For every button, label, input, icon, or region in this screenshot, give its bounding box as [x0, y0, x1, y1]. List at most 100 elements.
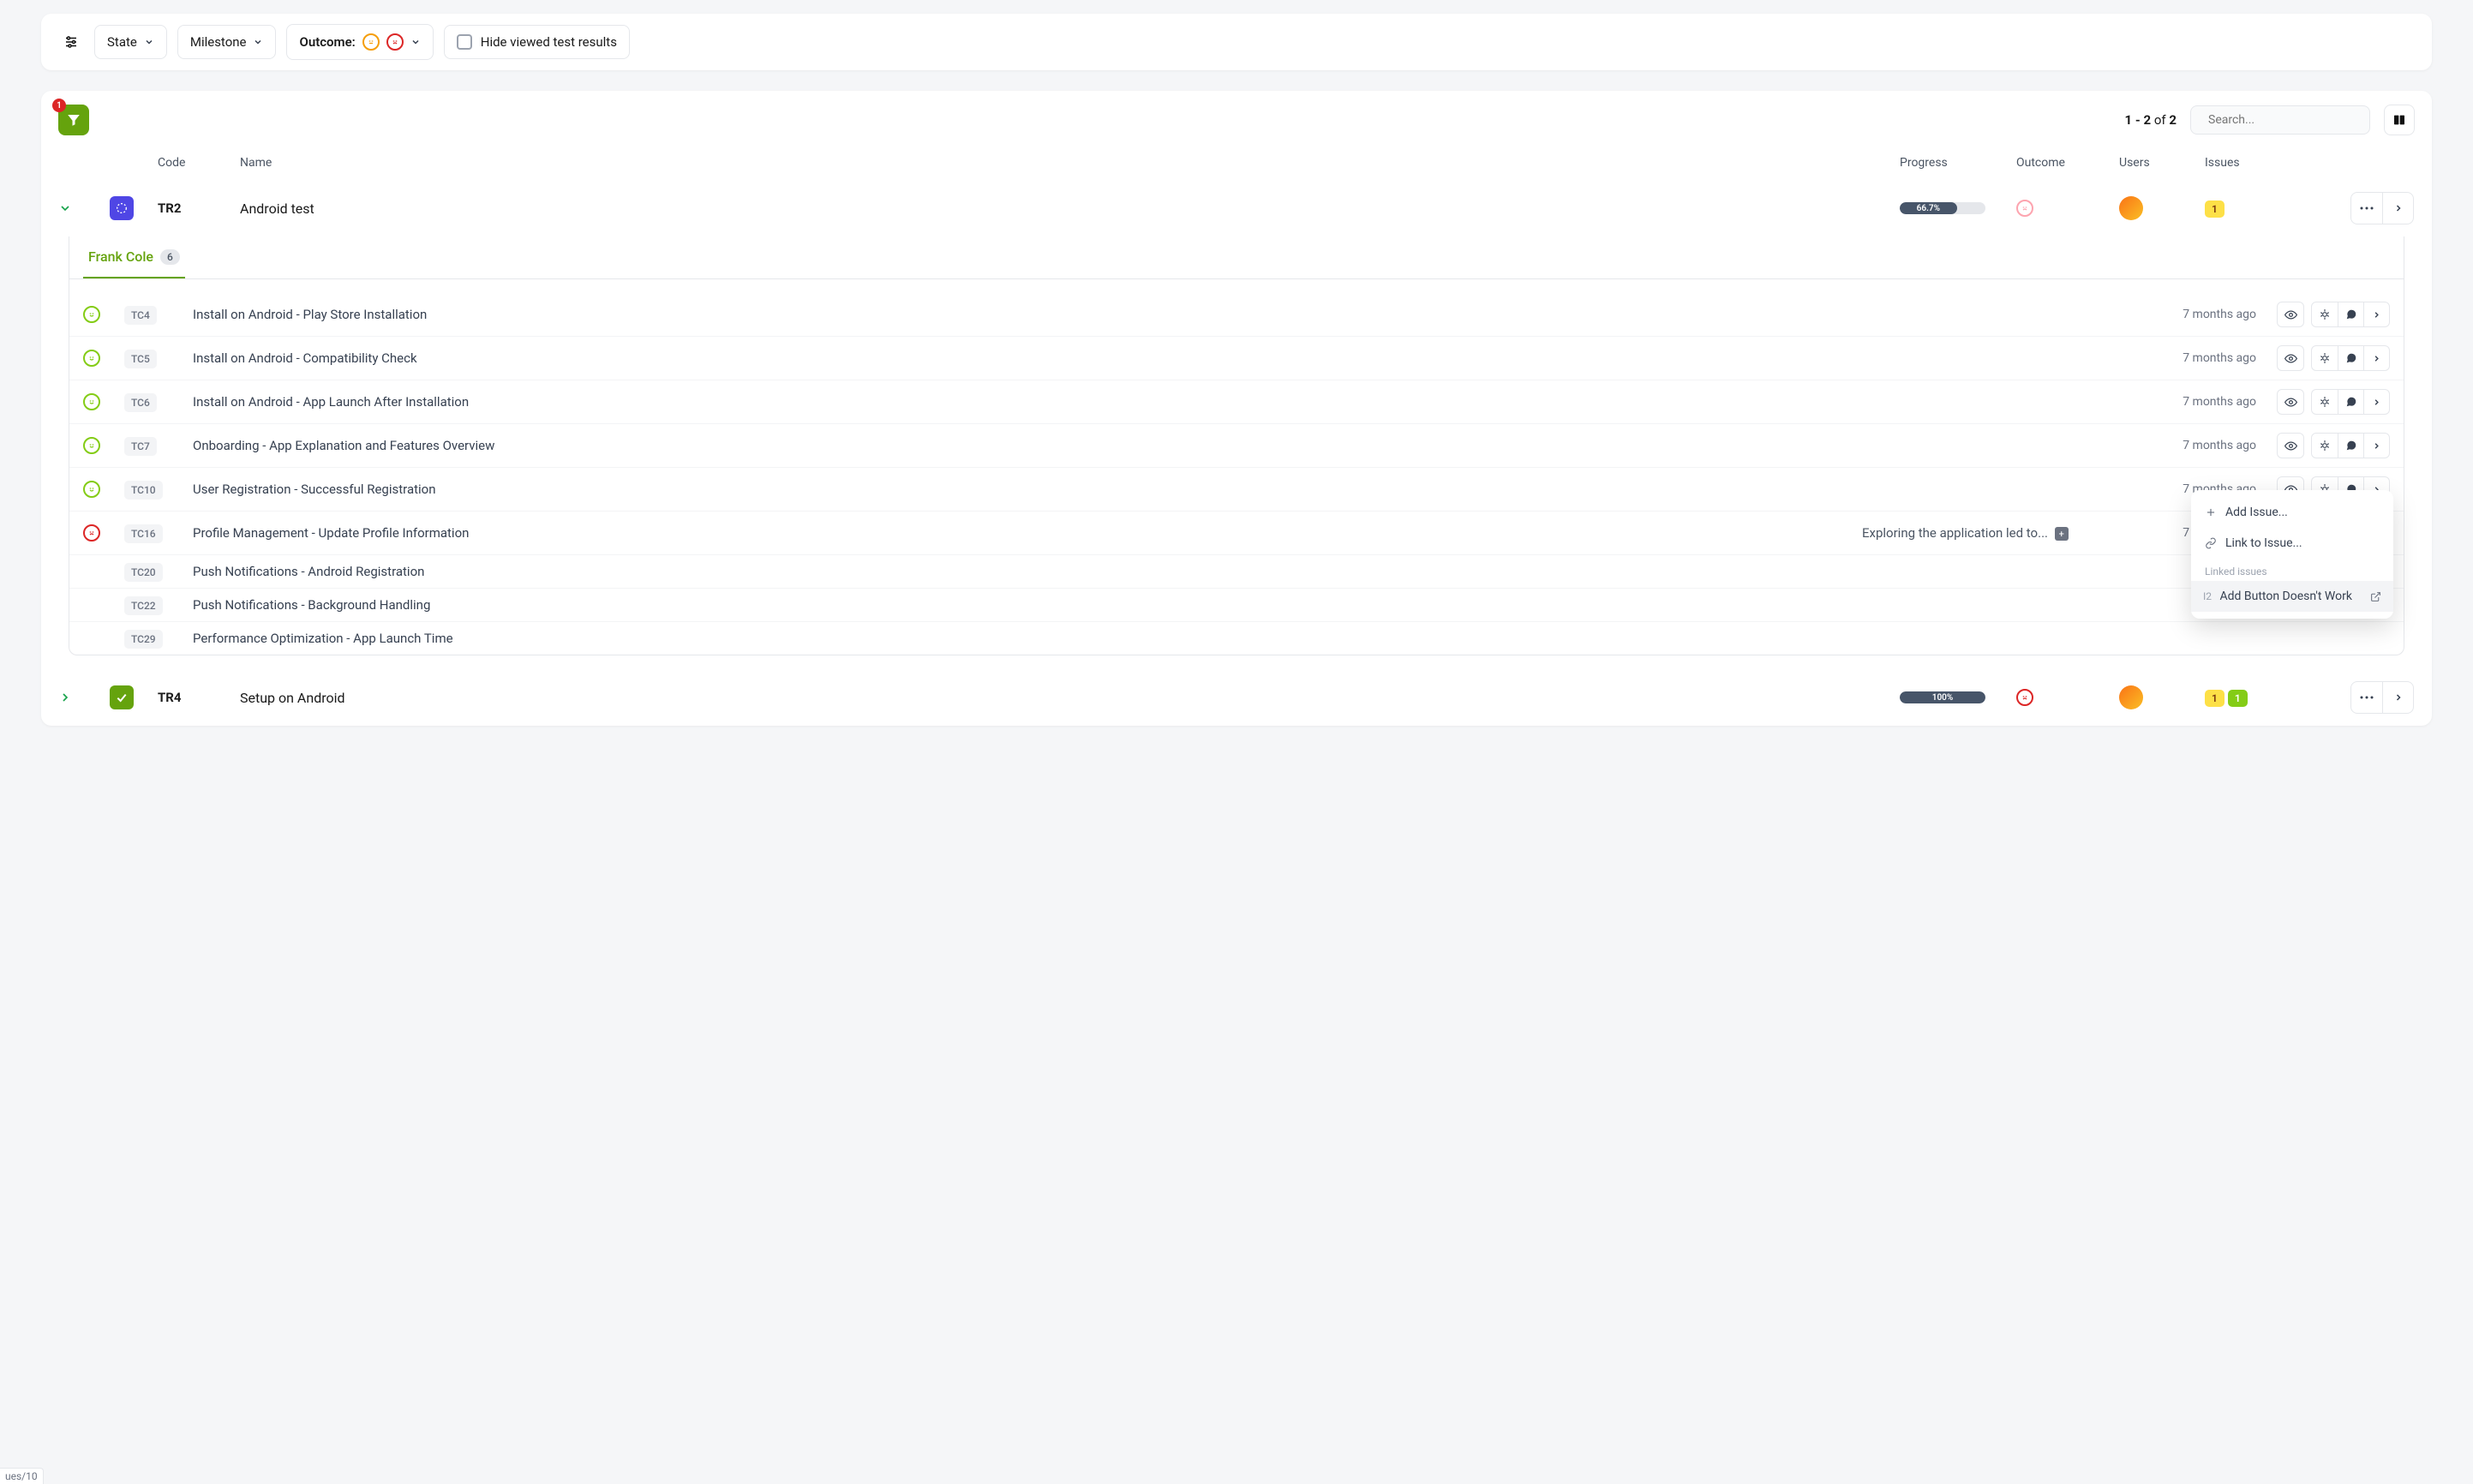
sad-face-icon [386, 33, 404, 51]
checkbox-icon [457, 34, 472, 50]
user-avatar[interactable] [2119, 196, 2143, 220]
search-input-wrap[interactable] [2190, 105, 2370, 135]
outcome-dropdown[interactable]: Outcome: [286, 24, 433, 60]
testcase-code: TC7 [124, 437, 157, 456]
issues-resolved-badge[interactable]: 1 [2228, 690, 2248, 707]
chevron-down-icon [144, 37, 154, 47]
active-filter-button[interactable]: 1 [58, 105, 89, 135]
comment-button[interactable] [2338, 390, 2363, 414]
sad-face-icon [83, 524, 100, 542]
open-run-button[interactable] [2382, 193, 2413, 224]
comment-button[interactable] [2338, 346, 2363, 370]
comment-button[interactable] [2338, 434, 2363, 458]
run-status-icon [110, 685, 134, 709]
col-users: Users [2119, 156, 2205, 170]
bug-button[interactable] [2312, 434, 2338, 458]
testcase-row[interactable]: TC20Push Notifications - Android Registr… [69, 554, 2404, 588]
chevron-right-icon [2372, 398, 2381, 407]
chevron-right-icon[interactable] [58, 691, 72, 704]
add-issue-menu-item[interactable]: Add Issue... [2191, 497, 2393, 528]
state-dropdown[interactable]: State [94, 25, 167, 59]
open-run-button[interactable] [2382, 682, 2413, 713]
bug-icon [2319, 396, 2331, 408]
chevron-down-icon[interactable] [58, 201, 72, 215]
test-run-row[interactable]: TR2 Android test 66.7% 1 [58, 180, 2415, 236]
eye-icon [2284, 440, 2297, 452]
external-link-icon [2370, 591, 2381, 602]
expand-preview-icon[interactable]: + [2055, 527, 2069, 541]
view-button[interactable] [2278, 302, 2303, 326]
bug-button[interactable] [2312, 346, 2338, 370]
testcase-name: Performance Optimization - App Launch Ti… [193, 631, 1848, 646]
tester-tab[interactable]: Frank Cole 6 [83, 236, 185, 278]
view-button[interactable] [2278, 434, 2303, 458]
test-run-details: Frank Cole 6 TC4Install on Android - Pla… [69, 236, 2404, 655]
testcase-row[interactable]: TC6Install on Android - App Launch After… [69, 380, 2404, 423]
issues-count-badge[interactable]: 1 [2205, 690, 2225, 707]
hide-viewed-label: Hide viewed test results [481, 34, 617, 50]
view-button[interactable] [2278, 390, 2303, 414]
testcase-row[interactable]: TC4Install on Android - Play Store Insta… [69, 293, 2404, 336]
testcase-row[interactable]: TC7Onboarding - App Explanation and Feat… [69, 423, 2404, 467]
run-name: Setup on Android [240, 690, 1900, 706]
linked-issue-item[interactable]: I2 Add Button Doesn't Work [2191, 581, 2393, 612]
pagination-info: 1 - 2 of 2 [2125, 112, 2177, 128]
open-testcase-button[interactable] [2363, 346, 2389, 370]
testcase-time: 7 months ago [2153, 351, 2256, 365]
testcase-row[interactable]: TC10User Registration - Successful Regis… [69, 467, 2404, 511]
toolbar: 1 1 - 2 of 2 [58, 105, 2415, 135]
testcase-name: Push Notifications - Android Registratio… [193, 564, 1848, 579]
open-testcase-button[interactable] [2363, 302, 2389, 326]
testcase-row[interactable]: TC5Install on Android - Compatibility Ch… [69, 336, 2404, 380]
bug-button[interactable] [2312, 390, 2338, 414]
outcome-label: Outcome: [299, 34, 355, 50]
status-bar-url: ues/10 [0, 1468, 44, 1484]
testcase-row[interactable]: TC16Profile Management - Update Profile … [69, 511, 2404, 554]
testcase-row[interactable]: TC22Push Notifications - Background Hand… [69, 588, 2404, 621]
hide-viewed-checkbox[interactable]: Hide viewed test results [444, 25, 630, 59]
tester-count: 6 [160, 249, 180, 265]
view-button[interactable] [2278, 346, 2303, 370]
meh-face-icon [362, 33, 380, 51]
testcase-name: Install on Android - App Launch After In… [193, 394, 1862, 410]
progress-value: 66.7% [1900, 202, 1957, 214]
chevron-right-icon [2372, 310, 2381, 320]
more-menu-button[interactable] [2351, 682, 2382, 713]
issues-count-badge[interactable]: 1 [2205, 200, 2225, 218]
open-testcase-button[interactable] [2363, 390, 2389, 414]
testcase-time: 7 months ago [2153, 395, 2256, 409]
chevron-right-icon [2372, 354, 2381, 363]
more-menu-button[interactable] [2351, 193, 2382, 224]
user-avatar[interactable] [2119, 685, 2143, 709]
column-layout-button[interactable] [2384, 105, 2415, 135]
columns-icon [2392, 113, 2406, 127]
comment-button[interactable] [2338, 302, 2363, 326]
search-input[interactable] [2208, 113, 2361, 127]
linked-issue-name: Add Button Doesn't Work [2220, 589, 2352, 603]
chevron-down-icon [410, 37, 421, 47]
link-issue-menu-item[interactable]: Link to Issue... [2191, 528, 2393, 559]
link-icon [2205, 537, 2217, 549]
plus-icon [2205, 506, 2217, 518]
testcase-row[interactable]: TC29 Performance Optimization - App Launc… [69, 621, 2404, 655]
bug-icon [2319, 440, 2331, 452]
table-header: Code Name Progress Outcome Users Issues [58, 135, 2415, 180]
filter-count-badge: 1 [52, 99, 66, 112]
comment-icon [2345, 440, 2357, 452]
sliders-icon[interactable] [58, 29, 84, 55]
outcome-sad-icon [2016, 200, 2033, 217]
eye-icon [2284, 396, 2297, 409]
bug-icon [2319, 308, 2331, 320]
eye-icon [2284, 352, 2297, 365]
linked-issues-label: Linked issues [2191, 559, 2393, 581]
test-run-row[interactable]: TR4 Setup on Android 100% 1 1 [58, 669, 2415, 726]
col-issues: Issues [2205, 156, 2350, 170]
testcase-code: TC29 [124, 630, 163, 649]
testcase-name: Push Notifications - Background Handling [193, 597, 1848, 613]
open-testcase-button[interactable] [2363, 434, 2389, 458]
milestone-dropdown[interactable]: Milestone [177, 25, 277, 59]
comment-icon [2345, 308, 2357, 320]
happy-face-icon [83, 481, 100, 498]
testcase-code: TC4 [124, 306, 157, 325]
bug-button[interactable] [2312, 302, 2338, 326]
